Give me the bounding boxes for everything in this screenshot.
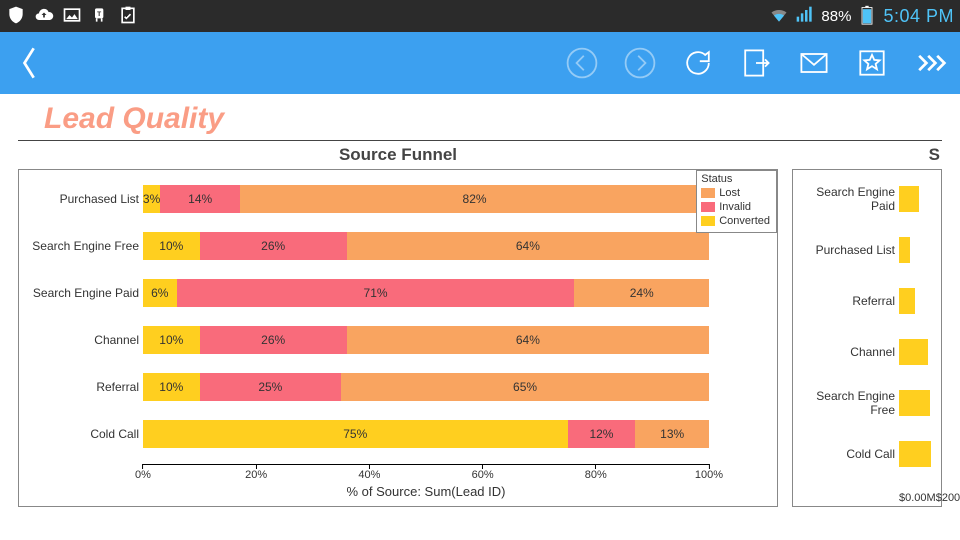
chart-title-main: Source Funnel (18, 145, 778, 165)
refresh-button[interactable] (678, 43, 718, 83)
side-bar (899, 237, 910, 263)
content-area: Lead Quality Source Funnel Purchased Lis… (0, 94, 960, 507)
side-category-label: Cold Call (797, 447, 899, 461)
side-bar-row: Search Engine Free (797, 384, 937, 422)
status-right: 88% 5:04 PM (769, 5, 954, 28)
wifi-icon (769, 5, 789, 28)
more-button[interactable] (910, 43, 950, 83)
stacked-bar: 10%26%64% (143, 232, 709, 260)
side-xtick-0: $0.00M (899, 492, 936, 504)
legend-item-invalid: Invalid (701, 200, 770, 214)
bar-segment-invalid: 14% (160, 185, 240, 213)
side-bar-row: Cold Call (797, 435, 937, 473)
battery-percent: 88% (821, 8, 851, 25)
side-bar-row: Purchased List (797, 231, 937, 269)
signal-icon (795, 5, 815, 28)
stacked-bar: 75%12%13% (143, 420, 709, 448)
legend: Status Lost Invalid Converted (696, 170, 777, 233)
export-button[interactable] (736, 43, 776, 83)
side-bar (899, 186, 919, 212)
side-xtick-1: $2000 (936, 492, 960, 504)
category-label: Referral (23, 380, 143, 394)
category-label: Cold Call (23, 427, 143, 441)
svg-text:T: T (97, 10, 101, 17)
category-label: Channel (23, 333, 143, 347)
bar-row: Search Engine Free10%26%64% (23, 227, 773, 265)
stacked-bar: 10%25%65% (143, 373, 709, 401)
title-underline (18, 140, 942, 141)
back-button[interactable] (10, 43, 50, 83)
battery-icon (857, 5, 877, 28)
stacked-bar: 6%71%24% (143, 279, 709, 307)
side-bar (899, 441, 931, 467)
nav-next-button[interactable] (620, 43, 660, 83)
status-left-icons: T (6, 5, 138, 28)
category-label: Purchased List (23, 192, 143, 206)
bar-segment-invalid: 71% (177, 279, 575, 307)
app-toolbar (0, 32, 960, 94)
email-button[interactable] (794, 43, 834, 83)
side-bar-row: Search Engine Paid (797, 180, 937, 218)
side-bar-row: Channel (797, 333, 937, 371)
bar-segment-lost: 24% (574, 279, 708, 307)
side-bar-row: Referral (797, 282, 937, 320)
legend-title: Status (701, 173, 770, 185)
clock: 5:04 PM (883, 6, 954, 27)
bar-segment-lost: 65% (341, 373, 709, 401)
bar-segment-converted: 10% (143, 326, 200, 354)
bar-row: Search Engine Paid6%71%24% (23, 274, 773, 312)
page-title: Lead Quality (18, 100, 942, 138)
nav-prev-button[interactable] (562, 43, 602, 83)
side-category-label: Channel (797, 345, 899, 359)
source-funnel-chart: Purchased List3%14%82% Search Engine Free… (18, 169, 778, 507)
chart-title-side: S (792, 145, 942, 165)
bar-segment-converted: 75% (143, 420, 568, 448)
category-label: Search Engine Free (23, 239, 143, 253)
bar-segment-lost: 64% (347, 232, 709, 260)
stacked-bar: 3%14%82% (143, 185, 709, 213)
side-bar (899, 390, 930, 416)
side-bar (899, 339, 928, 365)
bar-row: Channel10%26%64% (23, 321, 773, 359)
bar-segment-lost: 13% (635, 420, 709, 448)
x-tick: 40% (358, 464, 380, 481)
bar-segment-converted: 3% (143, 185, 160, 213)
legend-item-converted: Converted (701, 214, 770, 228)
bar-segment-lost: 82% (240, 185, 709, 213)
bar-segment-converted: 10% (143, 373, 200, 401)
side-category-label: Referral (797, 294, 899, 308)
bar-segment-invalid: 26% (200, 326, 347, 354)
carrier-icon: T (90, 5, 110, 28)
x-tick: 20% (245, 464, 267, 481)
bar-segment-lost: 64% (347, 326, 709, 354)
x-tick: 80% (585, 464, 607, 481)
side-category-label: Search Engine Paid (797, 185, 899, 213)
side-category-label: Purchased List (797, 243, 899, 257)
x-tick: 0% (135, 464, 151, 481)
bar-segment-converted: 6% (143, 279, 177, 307)
x-tick: 60% (472, 464, 494, 481)
android-status-bar: T 88% 5:04 PM (0, 0, 960, 32)
shield-icon (6, 5, 26, 28)
legend-item-lost: Lost (701, 186, 770, 200)
side-category-label: Search Engine Free (797, 389, 899, 417)
category-label: Search Engine Paid (23, 286, 143, 300)
bar-row: Referral10%25%65% (23, 368, 773, 406)
picture-icon (62, 5, 82, 28)
clipboard-icon (118, 5, 138, 28)
favorite-button[interactable] (852, 43, 892, 83)
bar-segment-invalid: 26% (200, 232, 347, 260)
bar-row: Cold Call75%12%13% (23, 415, 773, 453)
bar-row: Purchased List3%14%82% (23, 180, 773, 218)
x-axis-label: % of Source: Sum(Lead ID) (143, 484, 709, 499)
bar-segment-converted: 10% (143, 232, 200, 260)
bar-segment-invalid: 25% (200, 373, 342, 401)
side-chart: Search Engine Paid Purchased List Referral… (792, 169, 942, 507)
side-bar (899, 288, 915, 314)
cloud-upload-icon (34, 5, 54, 28)
stacked-bar: 10%26%64% (143, 326, 709, 354)
bar-segment-invalid: 12% (568, 420, 636, 448)
x-tick: 100% (695, 464, 723, 481)
